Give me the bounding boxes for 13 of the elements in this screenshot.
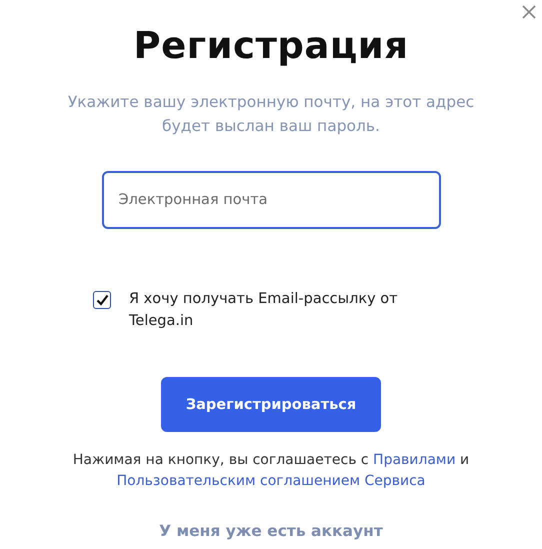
login-link[interactable]: У меня уже есть аккаунт (159, 522, 383, 540)
agreement-link[interactable]: Пользовательским соглашением Сервиса (116, 473, 426, 489)
dialog-title: Регистрация (134, 23, 408, 69)
terms-text: Нажимая на кнопку, вы соглашаетесь с Правилами и Пользовательским соглашением Сервиса (72, 451, 470, 491)
newsletter-checkbox[interactable] (93, 291, 111, 309)
close-icon (522, 5, 536, 19)
register-button[interactable]: Зарегистрироваться (161, 377, 381, 432)
check-icon (96, 294, 108, 306)
instruction-text: Укажите вашу электронную почту, на этот адрес будет выслан ваш пароль. (66, 92, 476, 137)
email-field[interactable]: Электронная почта (102, 171, 440, 229)
close-button[interactable] (522, 5, 536, 19)
rules-link[interactable]: Правилами (373, 452, 456, 468)
newsletter-label: Я хочу получать Email-рассылку от Telega.in (129, 290, 399, 331)
